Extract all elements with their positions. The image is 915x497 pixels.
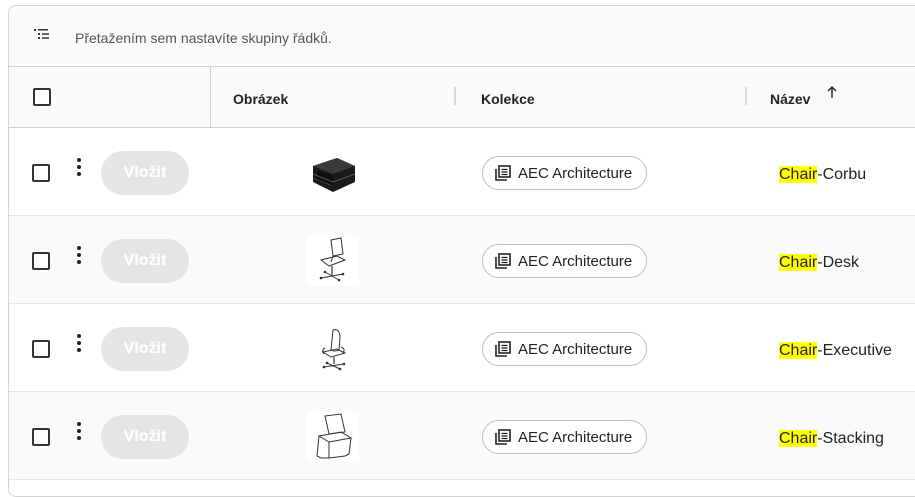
search-highlight: Chair — [779, 254, 818, 271]
search-highlight: Chair — [779, 166, 818, 183]
item-name-rest: -Executive — [817, 342, 892, 359]
insert-button[interactable]: Vložit — [101, 151, 189, 195]
item-name: Chair-Executive — [779, 342, 892, 360]
pinned-column-divider — [210, 67, 211, 127]
collection-icon — [495, 165, 511, 181]
row-checkbox[interactable] — [32, 164, 50, 182]
row-checkbox[interactable] — [32, 340, 50, 358]
table-row[interactable]: Vložit AEC Architecture Chair-Executive — [9, 304, 915, 392]
item-name: Chair-Desk — [779, 254, 859, 272]
collection-chip[interactable]: AEC Architecture — [482, 332, 648, 366]
collection-chip[interactable]: AEC Architecture — [482, 244, 648, 278]
item-name-rest: -Desk — [817, 254, 860, 271]
chair-desk-thumbnail — [307, 236, 359, 286]
collection-label: AEC Architecture — [518, 164, 633, 182]
item-name-rest: -Corbu — [817, 166, 867, 183]
row-checkbox[interactable] — [32, 428, 50, 446]
arrow-up-icon[interactable] — [826, 85, 838, 99]
collection-icon — [495, 341, 511, 357]
insert-button[interactable]: Vložit — [101, 239, 189, 283]
row-checkbox[interactable] — [32, 252, 50, 270]
collection-icon — [495, 429, 511, 445]
collection-chip[interactable]: AEC Architecture — [482, 156, 648, 190]
table-row[interactable]: Vložit AEC Architecture Chair-Corbu — [9, 128, 915, 216]
more-options-icon[interactable] — [75, 246, 83, 270]
data-grid: Přetažením sem nastavíte skupiny řádků. … — [8, 5, 915, 497]
more-options-icon[interactable] — [75, 422, 83, 446]
column-header-image[interactable]: Obrázek — [233, 91, 288, 107]
collection-label: AEC Architecture — [518, 252, 633, 270]
column-resize-handle[interactable] — [745, 87, 747, 105]
chair-stacking-thumbnail — [307, 412, 359, 462]
more-options-icon[interactable] — [75, 158, 83, 182]
item-name: Chair-Stacking — [779, 430, 884, 448]
group-panel-hint: Přetažením sem nastavíte skupiny řádků. — [75, 30, 332, 46]
select-all-checkbox[interactable] — [33, 88, 51, 106]
chair-corbu-thumbnail — [312, 158, 356, 192]
more-options-icon[interactable] — [75, 334, 83, 358]
column-header-name[interactable]: Název — [770, 91, 810, 107]
item-name: Chair-Corbu — [779, 166, 866, 184]
collection-label: AEC Architecture — [518, 428, 633, 446]
table-row[interactable]: Vložit AEC Architecture Chair-Stacking — [9, 392, 915, 480]
search-highlight: Chair — [779, 430, 818, 447]
column-header-collection[interactable]: Kolekce — [481, 91, 535, 107]
group-rows-icon — [34, 29, 49, 39]
item-name-rest: -Stacking — [817, 430, 884, 447]
chair-executive-thumbnail — [321, 329, 347, 371]
search-highlight: Chair — [779, 342, 818, 359]
collection-chip[interactable]: AEC Architecture — [482, 420, 648, 454]
row-group-panel[interactable]: Přetažením sem nastavíte skupiny řádků. — [9, 6, 915, 67]
insert-button[interactable]: Vložit — [101, 415, 189, 459]
header-row: Obrázek Kolekce Název — [9, 67, 915, 128]
column-resize-handle[interactable] — [454, 87, 456, 105]
collection-label: AEC Architecture — [518, 340, 633, 358]
collection-icon — [495, 253, 511, 269]
table-row[interactable]: Vložit AEC Architecture Chair-Desk — [9, 216, 915, 304]
insert-button[interactable]: Vložit — [101, 327, 189, 371]
